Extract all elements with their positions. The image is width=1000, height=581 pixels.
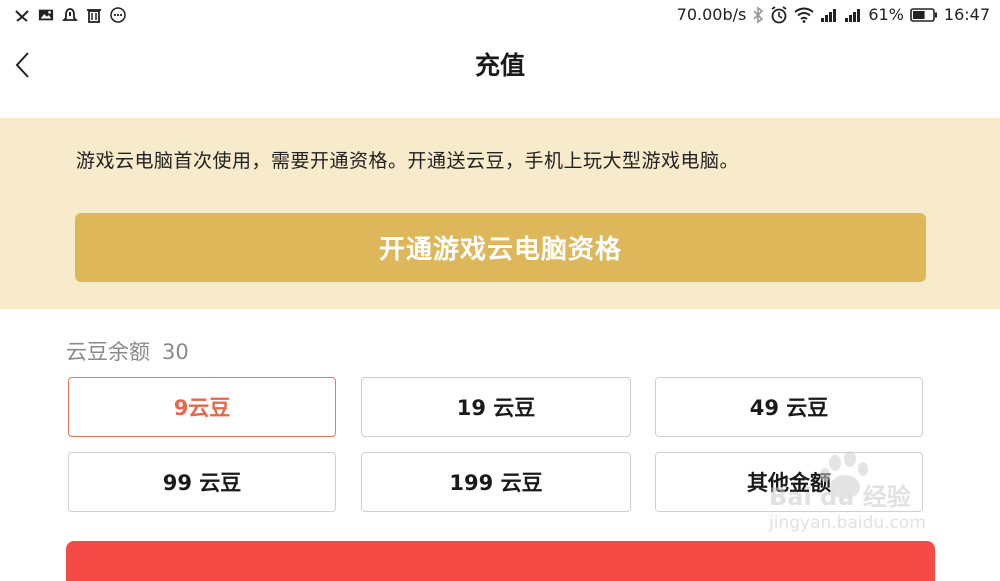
pay-button[interactable] xyxy=(66,541,935,581)
battery-percent: 61% xyxy=(868,5,904,24)
alarm-clock-icon xyxy=(771,5,787,23)
page-title: 充值 xyxy=(474,51,525,80)
cell-signal-2-icon xyxy=(845,8,861,22)
cell-signal-1-icon xyxy=(821,8,837,22)
status-bar: 70.00b/s 61% 16:47 xyxy=(0,0,1000,34)
navigation-bar: 充值 xyxy=(0,34,1000,94)
alarm-notification-icon xyxy=(62,7,78,23)
watermark-url: jingyan.baidu.com xyxy=(769,513,926,533)
network-speed: 70.00b/s xyxy=(676,5,747,24)
signal-off-icon xyxy=(14,7,30,23)
qualification-banner: 游戏云电脑首次使用，需要开通资格。开通送云豆，手机上玩大型游戏电脑。 开通游戏云… xyxy=(0,118,1000,309)
battery-icon xyxy=(910,7,937,22)
banner-description: 游戏云电脑首次使用，需要开通资格。开通送云豆，手机上玩大型游戏电脑。 xyxy=(76,150,740,172)
clock-time: 16:47 xyxy=(943,5,990,24)
status-right: 70.00b/s 61% 16:47 xyxy=(677,5,990,24)
open-qualification-button[interactable]: 开通游戏云电脑资格 xyxy=(75,213,926,282)
more-icon xyxy=(110,7,126,23)
recharge-option-99[interactable]: 99 云豆 xyxy=(68,452,336,512)
recharge-option-49[interactable]: 49 云豆 xyxy=(655,377,923,437)
status-left-icons xyxy=(14,7,126,23)
wifi-icon xyxy=(794,7,814,23)
balance-value: 30 xyxy=(162,340,189,364)
watermark-brand: Bai du 经验 xyxy=(769,483,911,511)
bean-balance: 云豆余额 30 xyxy=(66,336,189,366)
balance-label: 云豆余额 xyxy=(66,340,150,364)
recharge-option-199[interactable]: 199 云豆 xyxy=(361,452,631,512)
bluetooth-icon xyxy=(753,5,764,24)
image-icon xyxy=(38,7,54,23)
trash-icon xyxy=(86,7,102,23)
recharge-option-9[interactable]: 9云豆 xyxy=(68,377,336,437)
recharge-option-19[interactable]: 19 云豆 xyxy=(361,377,631,437)
